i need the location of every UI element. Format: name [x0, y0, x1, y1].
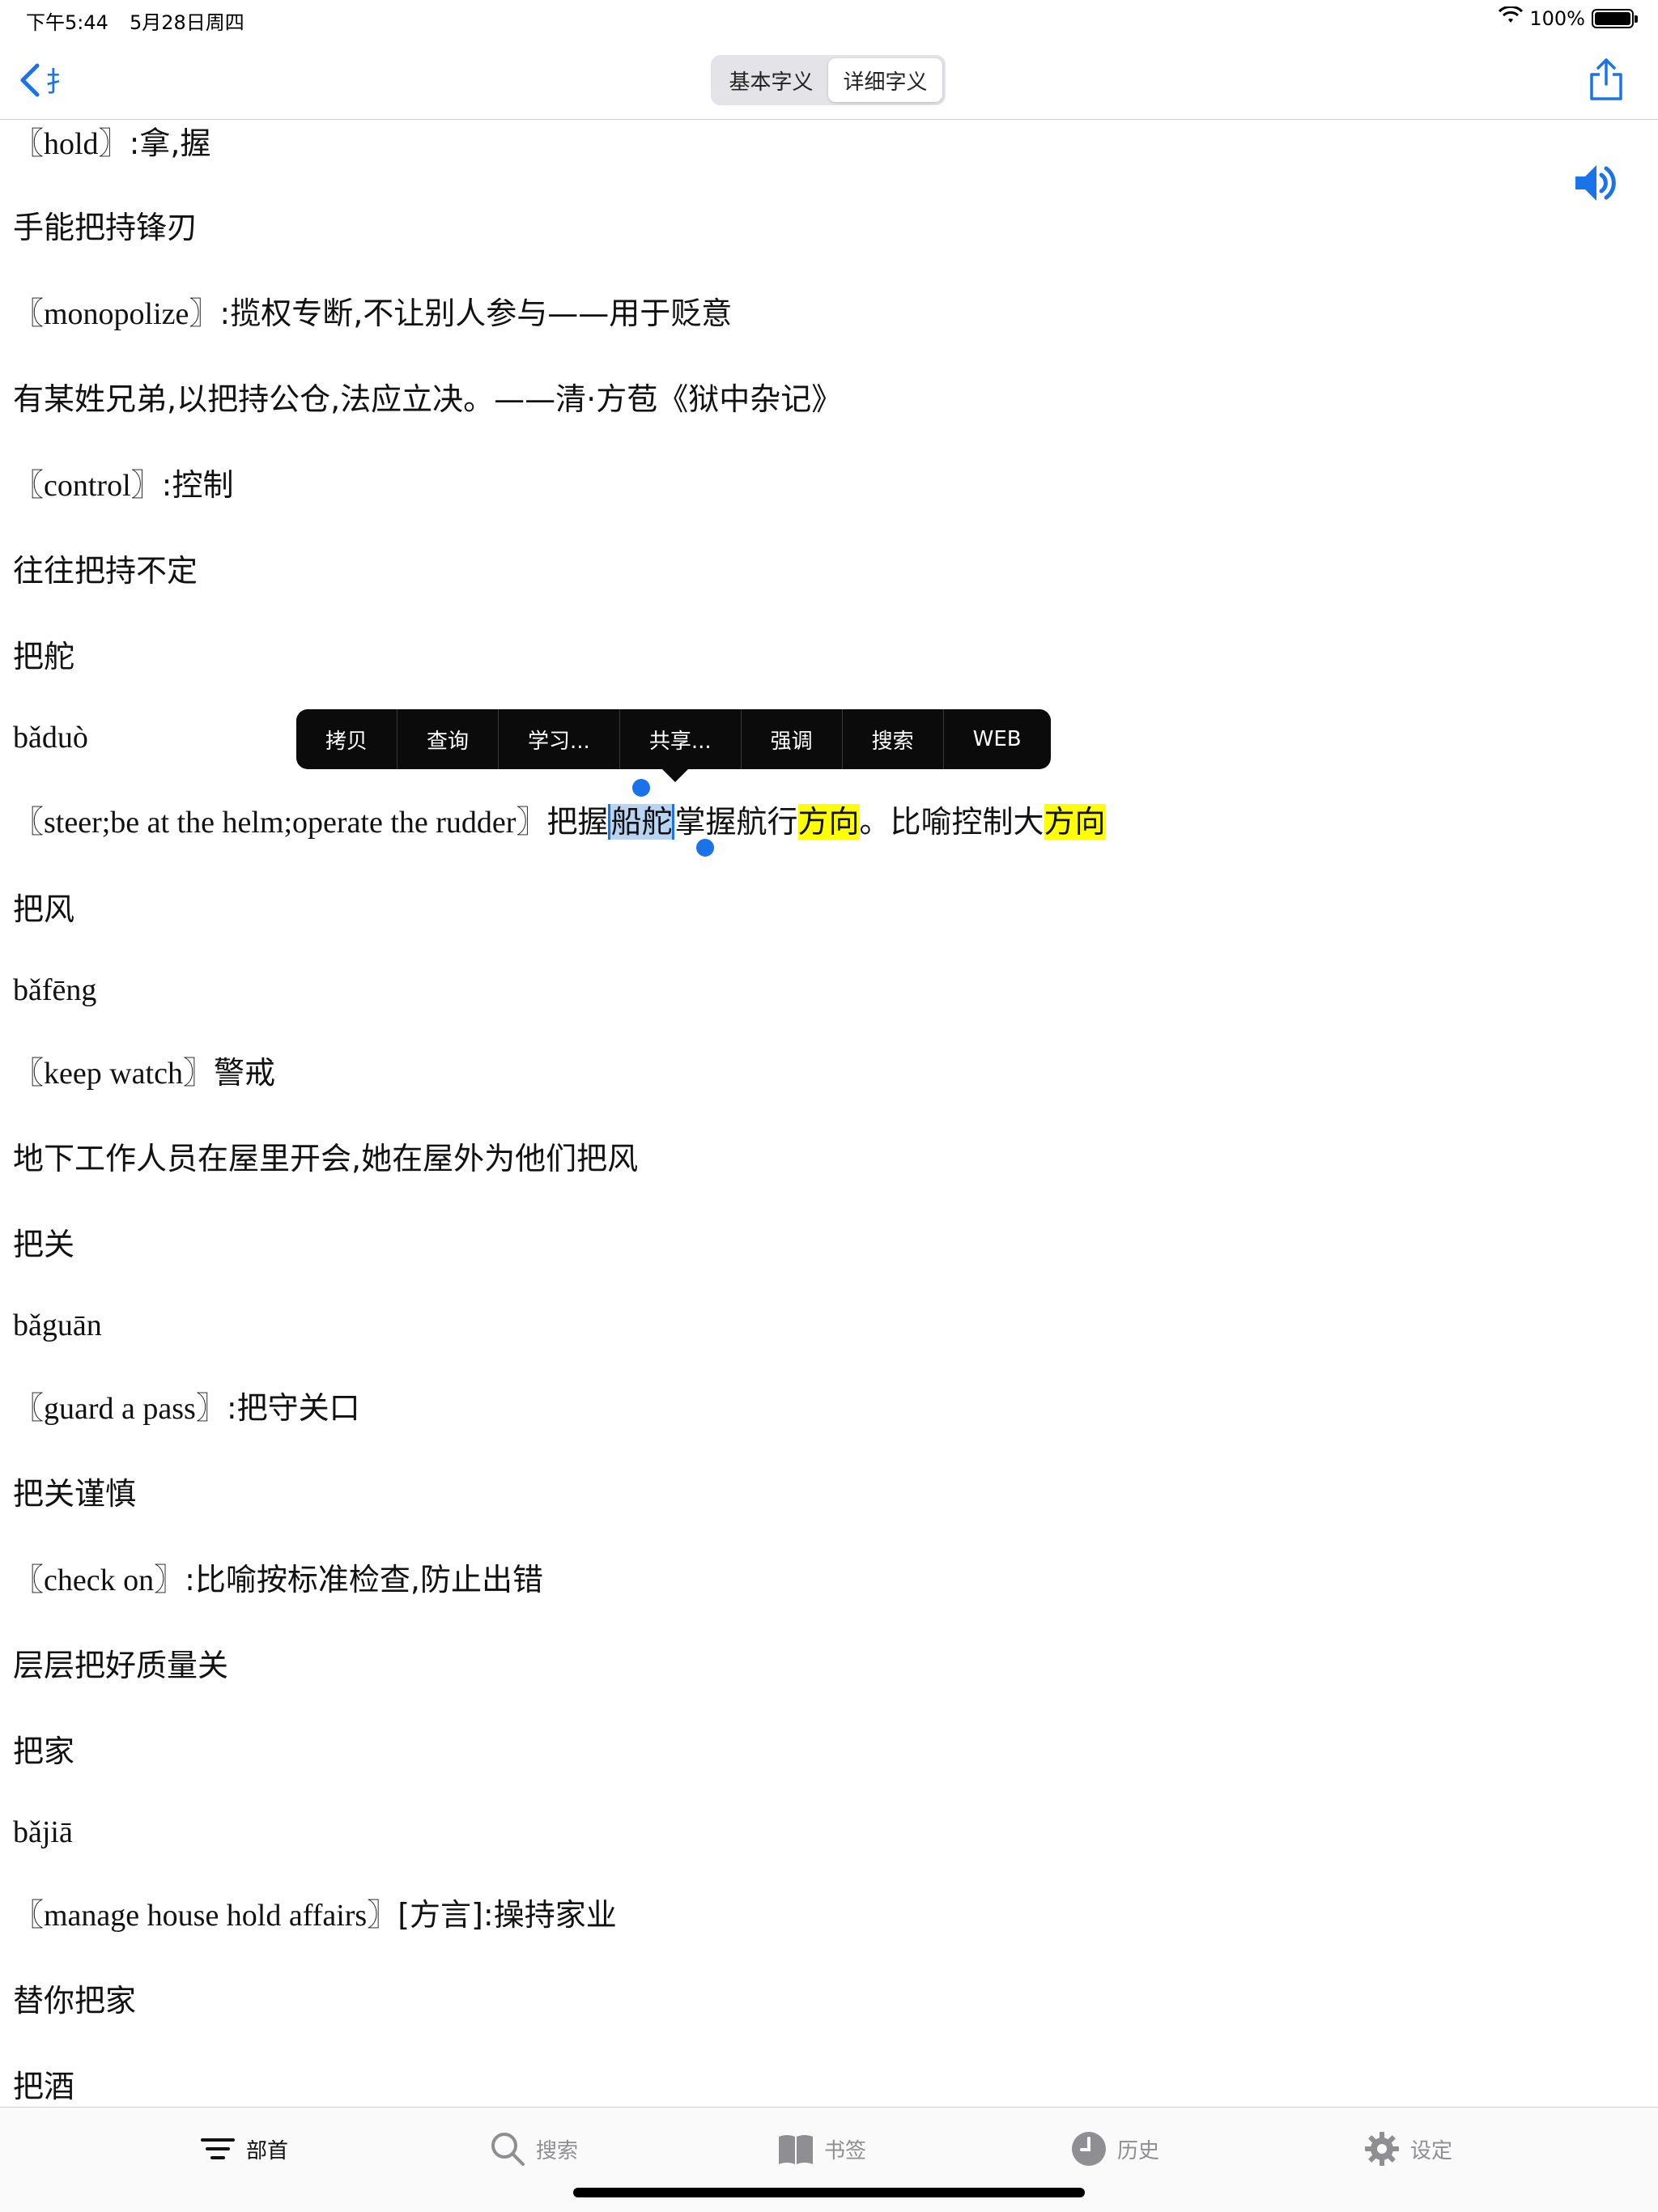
book-icon — [779, 2135, 813, 2164]
menu-search[interactable]: 搜索 — [843, 709, 944, 769]
example-line: 层层把好质量关 — [13, 1648, 229, 1683]
highlighted-text: 方向 — [797, 804, 860, 840]
list-filter-icon — [201, 2138, 235, 2159]
status-time: 下午5:44 — [26, 11, 108, 34]
definition-content: 〖hold〗:拿,握 手能把持锋刃 〖monopolize〗:揽权专断,不让别人… — [0, 121, 1658, 2105]
clock-icon — [1072, 2132, 1106, 2166]
edit-menu: 拷贝 查询 学习... 共享... 强调 搜索 WEB — [296, 709, 1051, 769]
headword-line: 把舵 — [13, 639, 75, 674]
definition-line: 〖manage house hold affairs〗[方言]:操持家业 — [13, 1897, 617, 1933]
tab-search[interactable]: 搜索 — [489, 2130, 578, 2167]
app-screen: 下午5:44 5月28日周四 100% 扌 基本字义 详细字义 〖hold〗:拿… — [0, 0, 1658, 2212]
tab-radicals[interactable]: 部首 — [199, 2130, 288, 2167]
definition-line: 〖hold〗:拿,握 — [13, 125, 211, 161]
home-indicator — [573, 2188, 1085, 2197]
selection-start-handle[interactable] — [632, 779, 650, 797]
search-icon — [491, 2133, 525, 2166]
menu-share[interactable]: 共享... — [620, 709, 742, 769]
tab-bookmarks[interactable]: 书签 — [777, 2130, 866, 2167]
definition-line: 〖monopolize〗:揽权专断,不让别人参与——用于贬意 — [13, 296, 733, 331]
tab-history[interactable]: 历史 — [1070, 2130, 1159, 2167]
status-bar: 下午5:44 5月28日周四 100% — [0, 0, 1658, 39]
headword-line: 把关 — [13, 1227, 75, 1262]
definition-line: 〖check on〗:比喻按标准检查,防止出错 — [13, 1562, 543, 1597]
menu-emphasize[interactable]: 强调 — [742, 709, 843, 769]
example-line: 手能把持锋刃 — [13, 210, 198, 245]
battery-percent: 100% — [1529, 7, 1585, 30]
example-line: 替你把家 — [13, 1983, 137, 2018]
segmented-control: 基本字义 详细字义 — [711, 55, 946, 105]
tab-settings[interactable]: 设定 — [1363, 2130, 1452, 2167]
pinyin-line: bǎguān — [13, 1308, 102, 1342]
pinyin-line: bǎfēng — [13, 973, 97, 1007]
highlighted-text: 方向 — [1044, 804, 1106, 840]
gear-icon — [1365, 2132, 1399, 2166]
tab-label: 部首 — [246, 2138, 289, 2163]
battery-icon — [1592, 9, 1638, 28]
definition-line: 〖keep watch〗警戒 — [13, 1055, 275, 1091]
headword-line: 把酒 — [13, 2069, 75, 2104]
headword-line: 把风 — [13, 891, 75, 927]
example-line: 把关谨慎 — [13, 1476, 137, 1512]
menu-learn[interactable]: 学习... — [499, 709, 620, 769]
segment-detailed-meaning[interactable]: 详细字义 — [828, 58, 942, 102]
back-label: 扌 — [45, 66, 73, 99]
example-line: 往往把持不定 — [13, 553, 198, 589]
status-date: 5月28日周四 — [130, 11, 244, 34]
back-button[interactable]: 扌 — [18, 60, 73, 100]
example-line: 有某姓兄弟,以把持公仓,法应立决。——清·方苞《狱中杂记》 — [13, 381, 843, 417]
example-line: 地下工作人员在屋里开会,她在屋外为他们把风 — [13, 1141, 639, 1176]
wifi-icon — [1499, 5, 1524, 31]
status-right: 100% — [1499, 5, 1638, 31]
definition-line: 〖guard a pass〗:把守关口 — [13, 1390, 360, 1426]
definition-line-selected: 〖steer;be at the helm;operate the rudder… — [13, 804, 1106, 840]
nav-bar: 扌 基本字义 详细字义 — [0, 39, 1658, 120]
tab-label: 书签 — [824, 2138, 867, 2163]
selected-text[interactable]: 船舵 — [608, 804, 675, 840]
pinyin-line: bǎduò — [13, 721, 88, 755]
tab-label: 历史 — [1117, 2138, 1160, 2163]
edit-menu-arrow — [661, 768, 690, 782]
tab-label: 设定 — [1410, 2138, 1453, 2163]
tab-label: 搜索 — [536, 2138, 579, 2163]
definition-line: 〖control〗:控制 — [13, 467, 234, 503]
headword-line: 把家 — [13, 1733, 75, 1769]
chevron-left-icon — [20, 63, 40, 96]
menu-lookup[interactable]: 查询 — [397, 709, 500, 769]
menu-copy[interactable]: 拷贝 — [296, 709, 398, 769]
share-icon[interactable] — [1587, 57, 1626, 102]
segment-basic-meaning[interactable]: 基本字义 — [714, 58, 828, 102]
menu-web[interactable]: WEB — [944, 709, 1051, 769]
selection-end-handle[interactable] — [696, 839, 714, 857]
pinyin-line: bǎjiā — [13, 1815, 73, 1849]
